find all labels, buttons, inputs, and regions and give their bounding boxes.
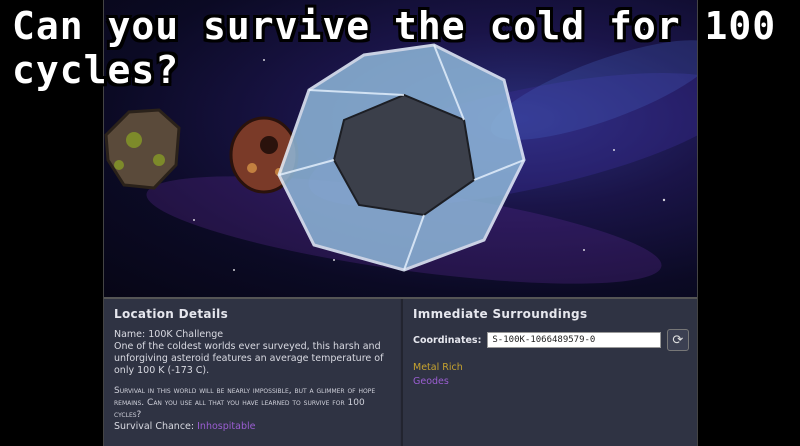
meme-caption: Can you survive the cold for 100 cycles? [12, 4, 777, 92]
location-details-title: Location Details [114, 307, 229, 321]
survival-chance-label: Survival Chance: [114, 421, 195, 432]
coordinates-label: Coordinates: [413, 334, 482, 346]
reroll-seed-button[interactable]: ⟳ [666, 329, 689, 351]
survival-chance-value: Inhospitable [197, 421, 256, 432]
trait-metal-rich: Metal Rich [413, 362, 463, 373]
survival-chance: Survival Chance: Inhospitable [114, 421, 392, 433]
asteroid-flavor-text: Survival in this world will be nearly im… [114, 386, 376, 420]
asteroid-description: One of the coldest worlds ever surveyed,… [114, 341, 384, 376]
immediate-surroundings-section: Immediate Surroundings Coordinates: ⟳ Me… [401, 299, 697, 446]
location-details-section: Location Details Name: 100K Challenge On… [104, 299, 400, 446]
asteroid-name: Name: 100K Challenge [114, 329, 224, 340]
trait-geodes: Geodes [413, 376, 449, 387]
coordinates-input[interactable] [487, 332, 661, 348]
surroundings-title: Immediate Surroundings [413, 307, 588, 321]
rocky-asteroid-icon [104, 108, 181, 190]
refresh-icon: ⟳ [672, 332, 684, 348]
coordinates-row: Coordinates: ⟳ [413, 329, 689, 351]
